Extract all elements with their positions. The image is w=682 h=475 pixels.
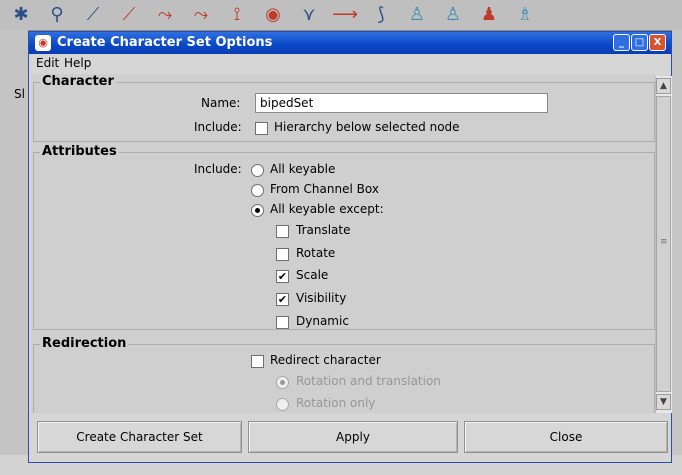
radio-rotation-only[interactable] (276, 398, 289, 411)
rotate-label: Rotate (296, 246, 336, 260)
apply-button[interactable]: Apply (248, 421, 458, 453)
radio-all-keyable-except-label: All keyable except: (270, 202, 384, 216)
name-field[interactable]: bipedSet (255, 93, 548, 113)
translate-label: Translate (296, 223, 351, 237)
scale-checkbox[interactable]: ✔ (276, 270, 289, 283)
smooth-bind-icon[interactable]: ⤳ (188, 2, 214, 26)
maya-shelf: ✱ ⚲ ⟋ ⟋ ⤳ ⤳ ⟟ ◉ ⋎ ⟶ ⟆ ♙ ♙ ♟ ♗ (0, 0, 682, 31)
name-label: Name: (201, 96, 241, 110)
hierarchy-label: Hierarchy below selected node (274, 120, 460, 134)
options-content: Character Name: bipedSet Include: Hierar… (31, 74, 655, 413)
radio-rotation-and-translation-label: Rotation and translation (296, 374, 441, 388)
vertical-scrollbar[interactable]: ▲ ≡ ▼ (655, 76, 672, 413)
close-button[interactable]: Close (464, 421, 668, 453)
left-panel-strip: Sl (0, 30, 28, 475)
scale-label: Scale (296, 268, 329, 282)
redirect-character-checkbox[interactable] (251, 355, 264, 368)
joint-tool-icon[interactable]: ⚲ (44, 2, 70, 26)
bind-skin-icon[interactable]: ⤳ (152, 2, 178, 26)
menu-bar: Edit Help (29, 54, 671, 74)
character-pose-icon[interactable]: ♗ (512, 2, 538, 26)
scroll-down-arrow-icon[interactable]: ▼ (656, 394, 671, 410)
minimize-button[interactable]: _ (613, 34, 630, 51)
paint-weights-icon[interactable]: ◉ (260, 2, 286, 26)
title-bar[interactable]: ◉ Create Character Set Options _ □ X (29, 32, 671, 54)
redirect-character-label: Redirect character (270, 353, 381, 367)
character-icon[interactable]: ♙ (404, 2, 430, 26)
subcharacter-icon[interactable]: ♙ (440, 2, 466, 26)
attributes-include-label: Include: (194, 162, 242, 176)
attributes-section-title: Attributes (40, 144, 119, 159)
rotate-checkbox[interactable] (276, 248, 289, 261)
redirection-section: Redirection Redirect character Rotation … (33, 336, 655, 413)
skeleton-icon[interactable]: ✱ (8, 2, 34, 26)
window-title: Create Character Set Options (57, 35, 273, 50)
scroll-up-arrow-icon[interactable]: ▲ (656, 78, 671, 94)
visibility-label: Visibility (296, 291, 347, 305)
maximize-button[interactable]: □ (631, 34, 648, 51)
left-strip-text: Sl (14, 87, 25, 101)
translate-checkbox[interactable] (276, 225, 289, 238)
menu-help[interactable]: Help (64, 56, 91, 70)
ik-spline-icon[interactable]: ⟋ (116, 2, 142, 26)
create-character-set-button[interactable]: Create Character Set (37, 421, 242, 453)
scroll-grip-icon: ≡ (660, 237, 668, 247)
close-window-button[interactable]: X (649, 34, 666, 51)
pole-vector-icon[interactable]: ⟆ (368, 2, 394, 26)
detach-skin-icon[interactable]: ⟟ (224, 2, 250, 26)
scroll-thumb[interactable]: ≡ (656, 96, 671, 392)
radio-from-channel-box[interactable] (251, 184, 264, 197)
visibility-checkbox[interactable]: ✔ (276, 293, 289, 306)
menu-edit[interactable]: Edit (36, 56, 59, 70)
create-character-set-dialog: ◉ Create Character Set Options _ □ X Edi… (28, 31, 672, 463)
constraint-icon[interactable]: ⋎ (296, 2, 322, 26)
aim-constraint-icon[interactable]: ⟶ (332, 2, 358, 26)
maya-logo-icon: ◉ (35, 35, 51, 51)
dynamic-label: Dynamic (296, 314, 349, 328)
right-panel-strip (672, 30, 682, 475)
character-key-icon[interactable]: ♟ (476, 2, 502, 26)
attributes-section: Attributes Include: All keyable From Cha… (33, 144, 655, 330)
dynamic-checkbox[interactable] (276, 316, 289, 329)
radio-rotation-and-translation[interactable] (276, 376, 289, 389)
include-label: Include: (194, 120, 242, 134)
radio-all-keyable-label: All keyable (270, 162, 336, 176)
ik-handle-icon[interactable]: ⟋ (80, 2, 106, 26)
character-section-title: Character (40, 74, 116, 89)
radio-all-keyable-except[interactable] (251, 204, 264, 217)
redirection-section-title: Redirection (40, 336, 129, 351)
radio-all-keyable[interactable] (251, 164, 264, 177)
radio-rotation-only-label: Rotation only (296, 396, 376, 410)
dialog-buttons: Create Character Set Apply Close (31, 421, 671, 457)
character-section: Character Name: bipedSet Include: Hierar… (33, 74, 655, 142)
radio-from-channel-box-label: From Channel Box (270, 182, 379, 196)
hierarchy-checkbox[interactable] (255, 122, 268, 135)
